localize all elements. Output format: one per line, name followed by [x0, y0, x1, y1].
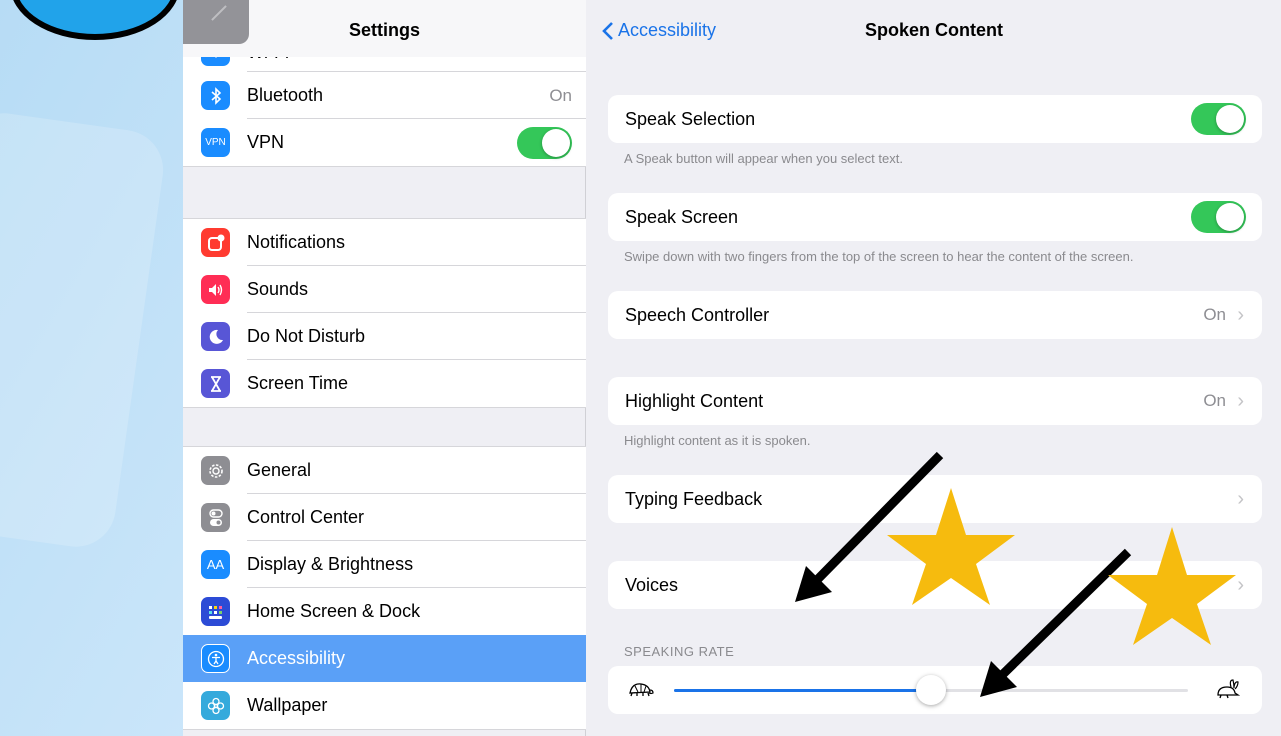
sidebar-item-label: Notifications — [247, 232, 346, 252]
sidebar-item-screen-time[interactable]: Screen Time — [183, 360, 586, 407]
speaking-rate-title: SPEAKING RATE — [624, 644, 735, 659]
general-group: General Control Center AA Display & Brig… — [183, 446, 586, 730]
sidebar-item-label: Screen Time — [247, 373, 349, 393]
chevron-right-icon: › — [1237, 389, 1244, 412]
rabbit-icon — [1214, 678, 1242, 705]
speaking-rate-row — [608, 666, 1262, 714]
sidebar-item-label: Sounds — [247, 279, 309, 299]
display-icon: AA — [201, 550, 230, 579]
typing-feedback-row[interactable]: Typing Feedback › — [608, 475, 1262, 523]
accessibility-icon — [201, 644, 230, 673]
sidebar-item-label: Wallpaper — [247, 695, 328, 715]
speak-selection-toggle[interactable] — [1191, 103, 1246, 135]
row-label: Highlight Content — [625, 390, 764, 411]
slider-knob[interactable] — [916, 675, 946, 705]
vpn-icon: VPN — [201, 128, 230, 157]
hourglass-icon — [201, 369, 230, 398]
background-shape — [0, 108, 169, 552]
sidebar-item-vpn[interactable]: VPN VPN — [183, 119, 586, 166]
turtle-icon — [626, 678, 654, 705]
sidebar-item-label: Accessibility — [247, 648, 346, 668]
speak-selection-note: A Speak button will appear when you sele… — [624, 151, 903, 166]
row-label: Speech Controller — [625, 304, 770, 325]
vpn-toggle[interactable] — [517, 126, 572, 159]
control-center-icon — [201, 503, 230, 532]
chevron-right-icon: › — [1237, 487, 1244, 510]
gear-icon — [201, 456, 230, 485]
sidebar-item-label: Control Center — [247, 507, 365, 527]
back-label: Accessibility — [618, 20, 717, 40]
sidebar-item-accessibility[interactable]: Accessibility — [183, 635, 586, 682]
sidebar-item-do-not-disturb[interactable]: Do Not Disturb — [183, 313, 586, 360]
moon-icon — [201, 322, 230, 351]
network-group: Wi-Fi WOW!7123-5G Bluetooth On VPN VPN — [183, 37, 586, 167]
chevron-right-icon: › — [1237, 303, 1244, 326]
sidebar-item-label: VPN — [247, 132, 285, 152]
speaking-rate-slider[interactable] — [674, 675, 1188, 705]
chevron-right-icon: › — [1237, 573, 1244, 596]
sidebar-item-sounds[interactable]: Sounds — [183, 266, 586, 313]
voices-row[interactable]: Voices › — [608, 561, 1262, 609]
sidebar-item-notifications[interactable]: Notifications — [183, 219, 586, 266]
sidebar-item-label: Bluetooth — [247, 85, 324, 105]
row-label: Speak Screen — [625, 206, 739, 227]
sidebar-item-control-center[interactable]: Control Center — [183, 494, 586, 541]
speak-selection-row: Speak Selection — [608, 95, 1262, 143]
decorative-circle — [10, 0, 180, 40]
chevron-left-icon — [602, 21, 613, 40]
sidebar-item-label: Display & Brightness — [247, 554, 414, 574]
bluetooth-status: On — [549, 85, 572, 105]
speech-controller-row[interactable]: Speech Controller On › — [608, 291, 1262, 339]
sidebar-item-general[interactable]: General — [183, 447, 586, 494]
sidebar-item-label: Do Not Disturb — [247, 326, 366, 346]
sidebar-item-bluetooth[interactable]: Bluetooth On — [183, 72, 586, 119]
row-label: Speak Selection — [625, 108, 756, 129]
back-button[interactable]: Accessibility — [602, 20, 716, 41]
speak-screen-note: Swipe down with two fingers from the top… — [624, 249, 1134, 264]
highlight-content-row[interactable]: Highlight Content On › — [608, 377, 1262, 425]
ipad-screen: Wi-Fi WOW!7123-5G Bluetooth On VPN VPN — [183, 0, 1281, 736]
sidebar-item-label: Home Screen & Dock — [247, 601, 421, 621]
sidebar-toggle-button[interactable] — [183, 0, 249, 44]
spoken-content-pane: Accessibility Spoken Content Speak Selec… — [587, 0, 1281, 736]
speak-screen-toggle[interactable] — [1191, 201, 1246, 233]
wallpaper-icon — [201, 691, 230, 720]
sidebar-item-wallpaper[interactable]: Wallpaper — [183, 682, 586, 729]
row-label: Voices — [625, 574, 679, 595]
slider-fill — [674, 689, 931, 692]
highlight-content-note: Highlight content as it is spoken. — [624, 433, 811, 448]
sidebar-item-display-brightness[interactable]: AA Display & Brightness — [183, 541, 586, 588]
notifications-icon — [201, 228, 230, 257]
row-value: On — [1203, 391, 1226, 410]
row-label: Typing Feedback — [625, 488, 763, 509]
settings-sidebar: Wi-Fi WOW!7123-5G Bluetooth On VPN VPN — [183, 0, 586, 736]
row-value: On — [1203, 305, 1226, 324]
sidebar-item-label: General — [247, 460, 312, 480]
sounds-icon — [201, 275, 230, 304]
speak-screen-row: Speak Screen — [608, 193, 1262, 241]
bluetooth-icon — [201, 81, 230, 110]
home-screen-icon — [201, 597, 230, 626]
system-group: Notifications Sounds Do Not Disturb Scre… — [183, 218, 586, 408]
sidebar-item-home-screen-dock[interactable]: Home Screen & Dock — [183, 588, 586, 635]
